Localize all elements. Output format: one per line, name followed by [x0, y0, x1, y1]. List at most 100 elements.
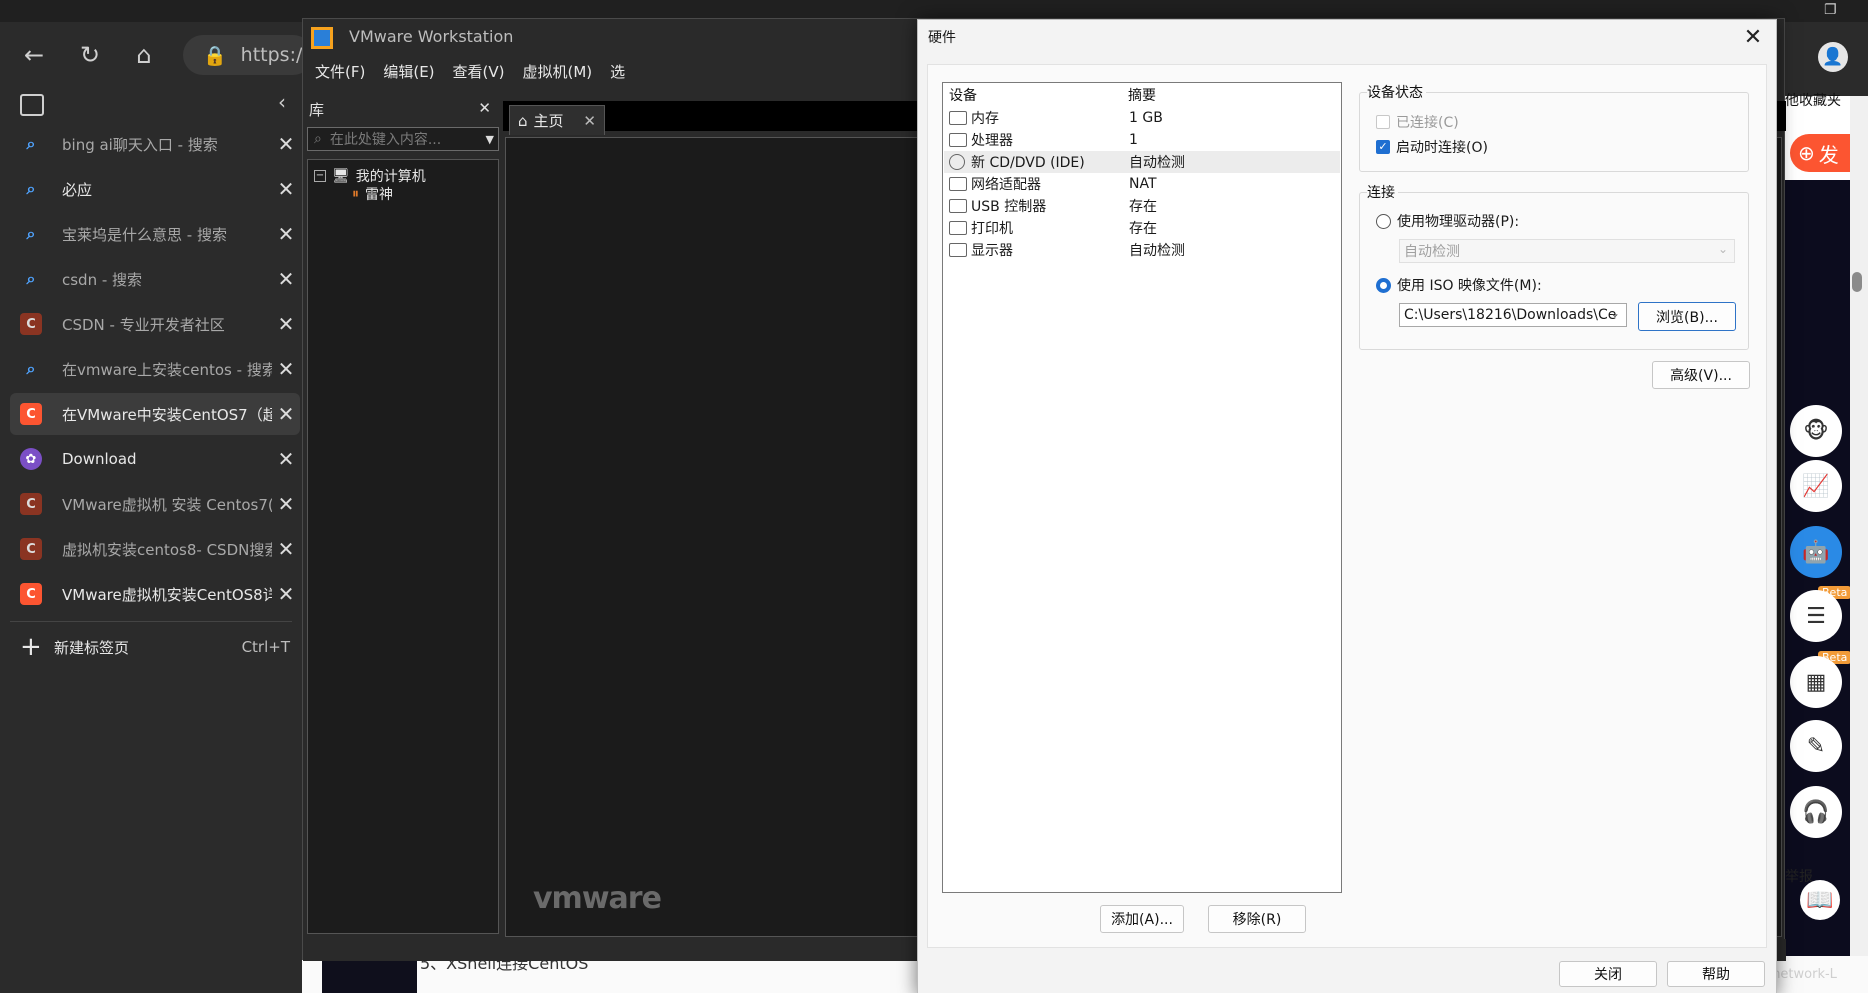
device-summary: 1 GB	[1129, 110, 1163, 126]
browser-tab[interactable]: ✿ Download ✕	[10, 438, 300, 480]
home-tab-icon: ⌂	[518, 111, 528, 130]
collapse-sidebar-icon[interactable]: ‹	[278, 90, 286, 114]
device-row[interactable]: 内存 1 GB	[944, 107, 1340, 129]
device-name: 内存	[971, 111, 999, 127]
tab-close-icon[interactable]: ✕	[272, 265, 300, 293]
tab-close-icon[interactable]: ✕	[272, 130, 300, 158]
tab-close-icon[interactable]: ✕	[272, 490, 300, 518]
menu-tabs[interactable]: 选	[610, 61, 625, 82]
connect-on-start-checkbox[interactable]: ✓ 启动时连接(O)	[1376, 137, 1488, 157]
edit-icon[interactable]: ✎	[1790, 720, 1842, 772]
advanced-button[interactable]: 高级(V)...	[1652, 361, 1750, 389]
device-summary: NAT	[1129, 176, 1157, 192]
tab-title: csdn - 搜索	[62, 270, 143, 289]
browse-button[interactable]: 浏览(B)...	[1638, 302, 1736, 331]
cd-icon	[949, 154, 965, 170]
library-search-input[interactable]: ⌕ 在此处键入内容... ▼	[307, 127, 499, 151]
vm-paused-icon: ⏸	[352, 186, 359, 202]
sidebar-divider	[10, 621, 292, 622]
profile-avatar-icon[interactable]: 👤	[1818, 42, 1848, 72]
browser-tab[interactable]: C CSDN - 专业开发者社区 ✕	[10, 303, 300, 345]
device-row[interactable]: 新 CD/DVD (IDE) 自动检测	[944, 151, 1340, 173]
browser-tab[interactable]: C 在VMware中安装CentOS7（超详 ✕	[10, 393, 300, 435]
tree-vm-item[interactable]: ⏸ 雷神	[352, 184, 393, 204]
page-scrollbar[interactable]	[1850, 96, 1868, 993]
library-search-placeholder: 在此处键入内容...	[329, 132, 442, 148]
publish-label: 发	[1818, 142, 1839, 167]
tab-close-icon[interactable]: ✕	[272, 220, 300, 248]
device-row[interactable]: 显示器 自动检测	[944, 239, 1340, 261]
back-icon[interactable]: ←	[12, 33, 56, 77]
browser-tab[interactable]: ⌕ bing ai聊天入口 - 搜索 ✕	[10, 123, 300, 165]
dialog-title: 硬件	[928, 30, 956, 46]
device-row[interactable]: 打印机 存在	[944, 217, 1340, 239]
browser-tab[interactable]: ⌕ 宝莱坞是什么意思 - 搜索 ✕	[10, 213, 300, 255]
device-summary: 自动检测	[1129, 243, 1185, 259]
close-tab-icon[interactable]: ✕	[583, 112, 596, 130]
summary-column-header[interactable]: 摘要	[1128, 85, 1156, 105]
help-button[interactable]: 帮助	[1667, 961, 1765, 987]
hardware-dialog: 硬件 ✕ 设备 摘要 内存 1 GB 处理器 1 新 CD/DVD (IDE) 自动检测网…	[917, 19, 1777, 993]
chart-icon[interactable]: 📈	[1790, 460, 1842, 512]
add-device-button[interactable]: 添加(A)...	[1100, 905, 1184, 933]
ai-robot-icon[interactable]: 🤖	[1790, 526, 1842, 578]
tab-close-icon[interactable]: ✕	[272, 400, 300, 428]
publish-button[interactable]: ⊕ 发	[1790, 134, 1850, 172]
device-row[interactable]: 处理器 1	[944, 129, 1340, 151]
tab-close-icon[interactable]: ✕	[272, 310, 300, 338]
menu-file[interactable]: 文件(F)	[315, 61, 365, 82]
window-restore-icon[interactable]: ❐	[1824, 2, 1844, 20]
download-icon: ✿	[20, 448, 42, 470]
browser-tab[interactable]: ⌕ csdn - 搜索 ✕	[10, 258, 300, 300]
device-status-group	[1359, 92, 1749, 172]
tab-home[interactable]: ⌂ 主页 ✕	[509, 105, 605, 135]
menu-edit[interactable]: 编辑(E)	[383, 61, 434, 82]
tab-close-icon[interactable]: ✕	[272, 445, 300, 473]
new-tab-shortcut: Ctrl+T	[241, 638, 290, 656]
list-icon[interactable]: ☰	[1790, 590, 1842, 642]
library-header: 库 ✕	[305, 99, 499, 121]
iso-path-combo[interactable]: C:\Users\18216\Downloads\Ce ⌄	[1399, 303, 1627, 327]
scrollbar-thumb[interactable]	[1852, 272, 1862, 292]
device-row[interactable]: USB 控制器 存在	[944, 195, 1340, 217]
library-close-icon[interactable]: ✕	[478, 99, 491, 121]
radio-selected-icon	[1376, 277, 1391, 293]
menu-view[interactable]: 查看(V)	[453, 61, 505, 82]
tab-title: CSDN - 专业开发者社区	[62, 315, 225, 334]
browser-tab[interactable]: ⌕ 在vmware上安装centos - 搜索 ✕	[10, 348, 300, 390]
dialog-close-icon[interactable]: ✕	[1738, 24, 1768, 50]
usb-icon	[949, 199, 967, 213]
vmware-window: VMware Workstation — ☐ ✕ 文件(F) 编辑(E) 查看(…	[302, 18, 1786, 993]
device-column-header[interactable]: 设备	[949, 85, 977, 105]
device-row[interactable]: 网络适配器 NAT	[944, 173, 1340, 195]
dropdown-icon[interactable]: ▼	[486, 133, 494, 146]
new-tab-button[interactable]: + 新建标签页 Ctrl+T	[20, 632, 290, 662]
chevron-down-icon-2[interactable]: ⌄	[1610, 306, 1620, 320]
menu-vm[interactable]: 虚拟机(M)	[523, 61, 593, 82]
iso-image-radio[interactable]: 使用 ISO 映像文件(M):	[1376, 275, 1542, 295]
tab-close-icon[interactable]: ✕	[272, 175, 300, 203]
browser-tab[interactable]: C VMware虚拟机安装CentOS8详细 ✕	[10, 573, 300, 615]
mascot-icon[interactable]: 🐵	[1790, 405, 1842, 457]
tree-my-computer[interactable]: − 🖥 我的计算机	[314, 166, 426, 186]
physical-drive-radio[interactable]: 使用物理驱动器(P):	[1376, 211, 1519, 231]
browser-tab[interactable]: ⌕ 必应 ✕	[10, 168, 300, 210]
home-icon[interactable]: ⌂	[122, 33, 166, 77]
remove-device-button[interactable]: 移除(R)	[1208, 905, 1306, 933]
collapse-icon[interactable]: −	[314, 170, 326, 182]
favorites-folder[interactable]: 他收藏夹	[1785, 90, 1841, 110]
close-button[interactable]: 关闭	[1559, 961, 1657, 987]
headset-icon[interactable]: 🎧	[1790, 786, 1842, 838]
device-summary: 存在	[1129, 199, 1157, 215]
tab-close-icon[interactable]: ✕	[272, 355, 300, 383]
tab-close-icon[interactable]: ✕	[272, 535, 300, 563]
tab-actions-icon[interactable]	[20, 94, 44, 116]
layout-icon[interactable]: ▦	[1790, 656, 1842, 708]
device-list: 设备 摘要 内存 1 GB 处理器 1 新 CD/DVD (IDE) 自动检测 网络适配器 N…	[942, 82, 1342, 893]
book-icon[interactable]: 📖	[1800, 880, 1840, 920]
address-bar[interactable]: 🔒 https://	[183, 35, 313, 75]
tab-close-icon[interactable]: ✕	[272, 580, 300, 608]
refresh-icon[interactable]: ↻	[68, 33, 112, 77]
browser-tab[interactable]: C VMware虚拟机 安装 Centos7(linu✕	[10, 483, 300, 525]
browser-tab[interactable]: C 虚拟机安装centos8- CSDN搜索 ✕	[10, 528, 300, 570]
